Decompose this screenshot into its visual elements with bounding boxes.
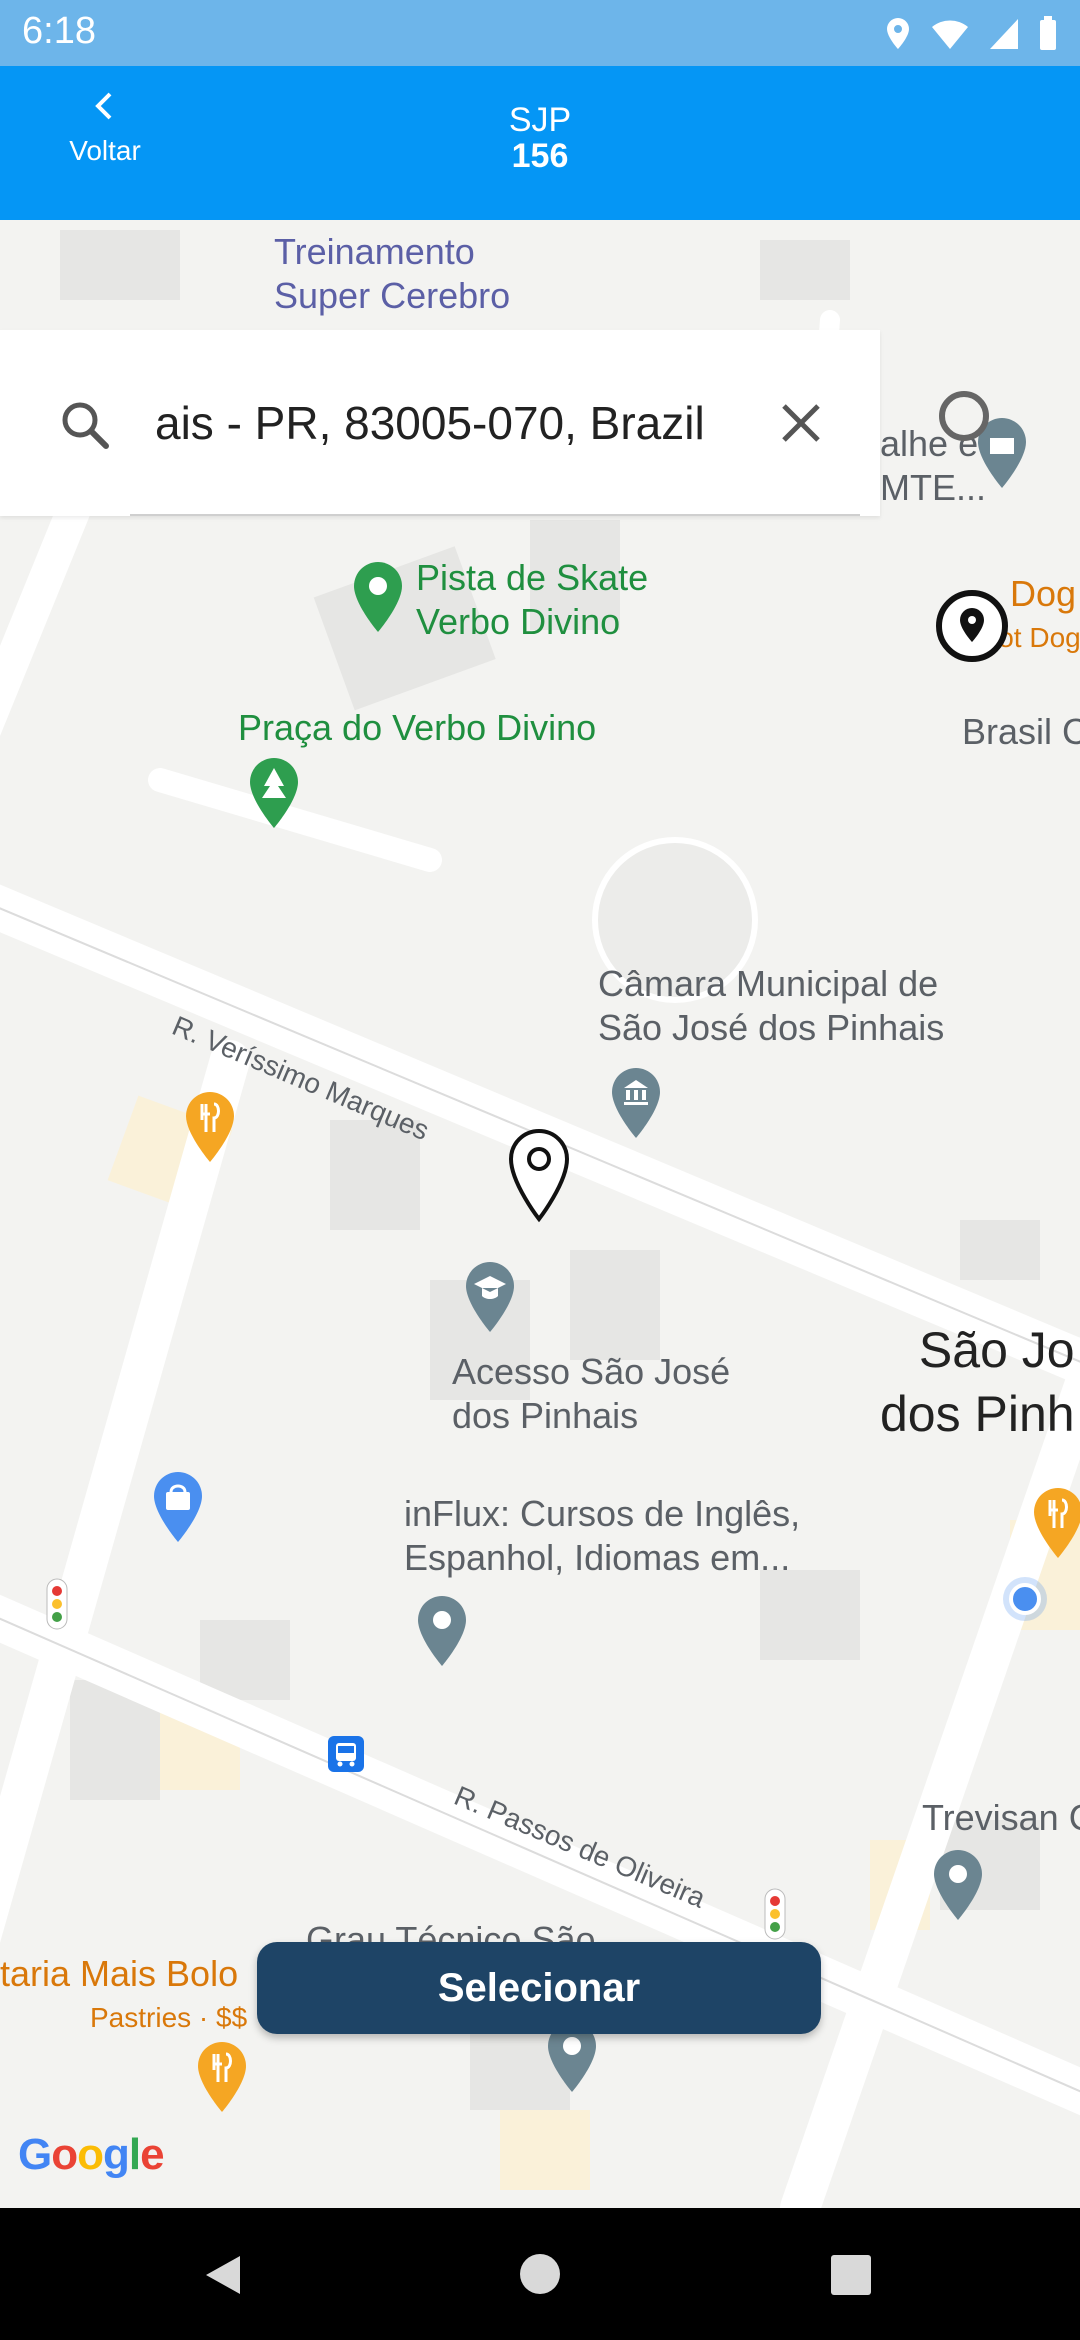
signal-icon bbox=[990, 19, 1018, 49]
map-label-camara: Câmara Municipal de São José dos Pinhais bbox=[598, 963, 945, 1048]
map-label-acesso: Acesso São José dos Pinhais bbox=[452, 1351, 731, 1436]
wifi-icon bbox=[932, 20, 968, 49]
status-icons bbox=[884, 14, 1058, 54]
government-building-icon[interactable] bbox=[608, 1066, 664, 1142]
search-underline bbox=[130, 514, 860, 516]
shopping-icon[interactable] bbox=[150, 1470, 206, 1546]
search-box: ais - PR, 83005-070, Brazil bbox=[0, 330, 880, 516]
poi-skate-icon[interactable] bbox=[350, 560, 406, 636]
traffic-light-icon bbox=[46, 1578, 68, 1630]
clear-search-icon[interactable] bbox=[778, 400, 824, 446]
google-logo: Google bbox=[18, 2130, 165, 2179]
map-label-treinamento: Treinamento Super Cerebro bbox=[274, 231, 511, 316]
restaurant-icon[interactable] bbox=[194, 2040, 250, 2116]
restaurant-icon[interactable] bbox=[1030, 1486, 1080, 1562]
map-label-sao-jose: São Jo dos Pinh bbox=[880, 1322, 1075, 1442]
map-label-trevisan: Trevisan C bbox=[922, 1797, 1080, 1838]
status-bar: 6:18 bbox=[0, 0, 1080, 66]
map-label-skate: Pista de Skate Verbo Divino bbox=[416, 557, 649, 642]
header-title-line1: SJP bbox=[508, 101, 572, 139]
map-label-praca: Praça do Verbo Divino bbox=[238, 707, 597, 748]
my-location-button-icon[interactable] bbox=[934, 588, 1010, 664]
map-label-brasil: Brasil C bbox=[962, 711, 1080, 752]
map-label-mais-bolo: taria Mais Bolo bbox=[0, 1953, 239, 1994]
map-label-influx: inFlux: Cursos de Inglês, Espanhol, Idio… bbox=[404, 1493, 801, 1578]
poi-influx-icon[interactable] bbox=[414, 1594, 470, 1670]
header-title-line2: 156 bbox=[511, 137, 569, 175]
park-icon[interactable] bbox=[246, 756, 302, 832]
restaurant-icon[interactable] bbox=[182, 1090, 238, 1166]
status-time: 6:18 bbox=[22, 10, 96, 52]
map-label-pastries: Pastries · $$ bbox=[90, 2002, 248, 2033]
nav-recents-icon[interactable] bbox=[830, 2254, 872, 2296]
system-navigation-bar bbox=[0, 2208, 1080, 2340]
selected-location-pin-icon[interactable] bbox=[506, 1128, 572, 1224]
compass-icon[interactable] bbox=[936, 388, 992, 444]
map-label-dog: Dog bbox=[1010, 573, 1077, 614]
poi-trevisan-icon[interactable] bbox=[930, 1848, 986, 1924]
location-icon bbox=[887, 18, 909, 49]
map-view[interactable]: Treinamento Super Cerebro Pista de Skate… bbox=[0, 220, 1080, 2208]
search-icon[interactable] bbox=[58, 398, 112, 452]
current-location-icon bbox=[1003, 1577, 1047, 1621]
select-button[interactable]: Selecionar bbox=[257, 1942, 821, 2034]
nav-home-icon[interactable] bbox=[518, 2252, 562, 2296]
app-header: Voltar SJP 156 bbox=[0, 66, 1080, 220]
nav-back-icon[interactable] bbox=[200, 2252, 246, 2298]
traffic-light-icon bbox=[764, 1888, 786, 1940]
bus-stop-icon[interactable] bbox=[328, 1736, 364, 1772]
header-title: SJP 156 bbox=[0, 102, 1080, 174]
search-input[interactable]: ais - PR, 83005-070, Brazil bbox=[155, 396, 705, 450]
school-icon[interactable] bbox=[462, 1260, 518, 1336]
battery-icon bbox=[1040, 16, 1056, 50]
